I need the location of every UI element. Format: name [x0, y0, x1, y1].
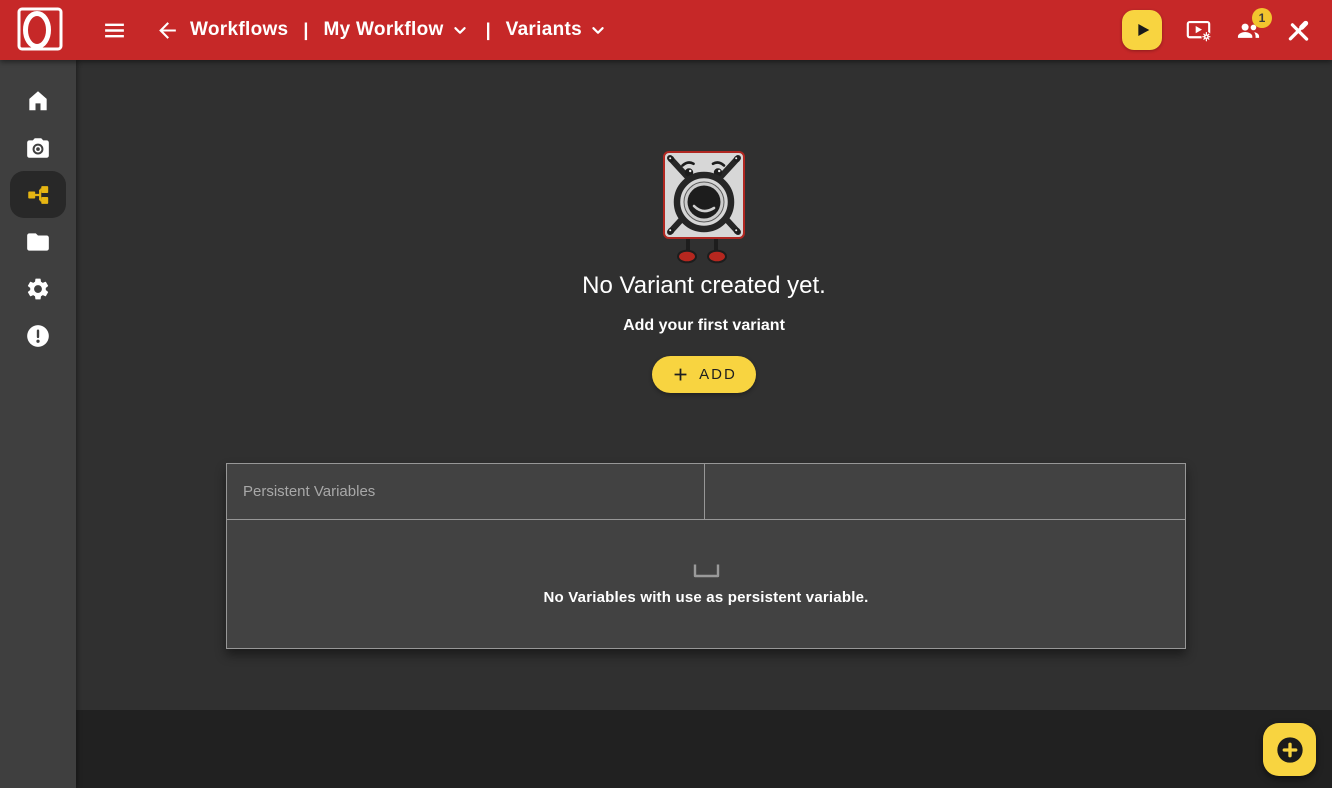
add-circle-icon — [1274, 734, 1306, 766]
sidebar-item-camera[interactable] — [10, 124, 66, 171]
variants-selector[interactable]: Variants — [506, 19, 609, 41]
sidebar-item-home[interactable] — [10, 77, 66, 124]
sidebar-item-files[interactable] — [10, 218, 66, 265]
menu-button[interactable] — [102, 18, 127, 43]
topbar-actions: 1 — [1122, 10, 1332, 50]
main-content: No Variant created yet. Add your first v… — [76, 60, 1332, 710]
app-logo[interactable] — [0, 0, 76, 60]
back-button[interactable] — [155, 18, 180, 43]
plus-icon — [671, 365, 690, 384]
chevron-down-icon — [449, 19, 471, 41]
workflow-name: My Workflow — [323, 19, 443, 41]
add-button-label: ADD — [699, 366, 737, 383]
table-header-row: Persistent Variables — [227, 464, 1185, 520]
home-icon — [25, 88, 51, 114]
breadcrumb-workflows[interactable]: Workflows — [190, 19, 288, 41]
hamburger-menu-icon — [102, 18, 127, 43]
table-empty-message: No Variables with use as persistent vari… — [544, 589, 869, 606]
breadcrumb-separator: | — [486, 20, 491, 41]
play-icon — [1131, 19, 1153, 41]
back-arrow-icon — [155, 18, 180, 43]
users-button[interactable]: 1 — [1235, 17, 1262, 44]
camera-robot-illustration — [652, 146, 756, 264]
fab-add-button[interactable] — [1263, 723, 1316, 776]
logo-o-icon — [9, 4, 67, 56]
execution-settings-button[interactable] — [1185, 17, 1212, 44]
persistent-variables-table: Persistent Variables No Variables with u… — [226, 463, 1186, 649]
run-workflow-button[interactable] — [1122, 10, 1162, 50]
empty-state-title: No Variant created yet. — [582, 272, 826, 300]
column-header-empty — [705, 464, 1185, 519]
variants-empty-state: No Variant created yet. Add your first v… — [76, 60, 1332, 393]
tools-icon — [1285, 17, 1312, 44]
top-app-bar: Workflows | My Workflow | Variants — [0, 0, 1332, 60]
camera-icon — [25, 135, 51, 161]
table-empty-body: No Variables with use as persistent vari… — [227, 520, 1185, 648]
chevron-down-icon — [587, 19, 609, 41]
add-variant-button[interactable]: ADD — [652, 356, 756, 393]
variants-label: Variants — [506, 19, 582, 41]
workflow-icon — [25, 182, 51, 208]
gear-icon — [25, 276, 51, 302]
empty-state-subtitle: Add your first variant — [623, 317, 785, 335]
workflow-selector[interactable]: My Workflow — [323, 19, 470, 41]
sidebar-nav — [0, 60, 76, 788]
tools-button[interactable] — [1285, 17, 1312, 44]
breadcrumb: Workflows | My Workflow | Variants — [190, 19, 609, 41]
folder-icon — [25, 229, 51, 255]
sidebar-item-errors[interactable] — [10, 312, 66, 359]
notification-badge: 1 — [1252, 8, 1272, 28]
empty-tray-icon — [693, 563, 720, 578]
breadcrumb-separator: | — [303, 20, 308, 41]
column-header-persistent-variables: Persistent Variables — [227, 464, 705, 519]
sidebar-item-settings[interactable] — [10, 265, 66, 312]
sidebar-item-workflows[interactable] — [10, 171, 66, 218]
error-icon — [25, 323, 51, 349]
bottom-strip — [76, 710, 1332, 788]
video-settings-icon — [1185, 17, 1212, 44]
